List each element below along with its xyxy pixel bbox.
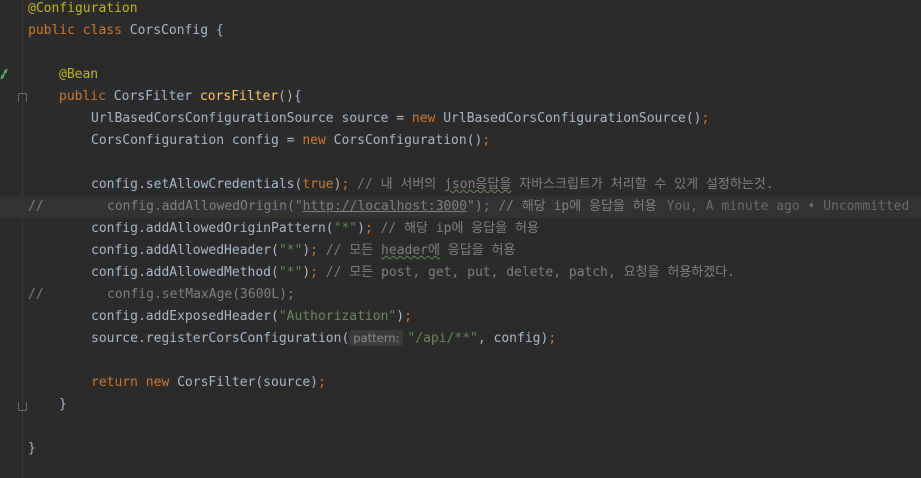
- code-text: UrlBasedCorsConfigurationSource source =: [91, 111, 412, 126]
- line-comment-prefix: //: [28, 287, 44, 302]
- code-line: config.addAllowedMethod("*"); // 모든 post…: [0, 262, 921, 284]
- semicolon: ;: [701, 111, 710, 126]
- code-line: config.setAllowCredentials(true); // 내 서…: [0, 174, 921, 196]
- code-text: "); // 해당 ip에 응답을 허용: [467, 199, 657, 214]
- string: "*": [333, 221, 358, 236]
- semicolon: ;: [317, 375, 326, 390]
- code-text: }: [59, 397, 67, 412]
- annotation: @Bean: [59, 67, 99, 82]
- code-text: CorsConfiguration(): [333, 133, 483, 148]
- class-name: CorsConfig {: [129, 23, 224, 38]
- parameter-hint: pattern:: [349, 330, 404, 346]
- semicolon: ;: [364, 221, 373, 236]
- code-text: config.addAllowedMethod(: [91, 265, 279, 280]
- code-line: public CorsFilter corsFilter(){: [0, 86, 921, 108]
- code-line: @Bean: [0, 64, 921, 86]
- code-line: config.addAllowedHeader("*"); // 모든 head…: [0, 240, 921, 262]
- code-text: ): [302, 243, 311, 258]
- code-line: return new CorsFilter(source);: [0, 372, 921, 394]
- code-text: source.registerCorsConfiguration(: [91, 331, 350, 346]
- semicolon: ;: [310, 265, 318, 280]
- code-text: config.addAllowedOrigin(": [107, 199, 303, 214]
- code-line: config.addAllowedOriginPattern("*"); // …: [0, 218, 921, 240]
- code-line: // config.setMaxAge(3600L);: [0, 284, 921, 306]
- code-text: ): [302, 265, 311, 280]
- annotation: @Configuration: [28, 1, 138, 16]
- string: "/api/**": [407, 331, 478, 346]
- method-name: corsFilter: [199, 89, 279, 104]
- code-text: config.addAllowedOriginPattern(: [91, 221, 334, 236]
- keyword: public class: [28, 23, 130, 38]
- comment: // 내 서버의: [349, 177, 445, 192]
- keyword: return new: [91, 375, 178, 390]
- code-text: ): [396, 309, 405, 324]
- code-text: config.setAllowCredentials(: [91, 177, 303, 192]
- git-blame-annotation[interactable]: You, A minute ago • Uncommitted: [667, 199, 910, 214]
- keyword: new: [411, 111, 444, 126]
- comment: 자바스크립트가 처리할 수 있게 설정하는것.: [511, 177, 774, 192]
- code-text: (){: [278, 89, 302, 104]
- line-comment-prefix: //: [28, 199, 44, 214]
- code-line: public class CorsConfig {: [0, 20, 921, 42]
- code-line: UrlBasedCorsConfigurationSource source =…: [0, 108, 921, 130]
- code-line: }: [0, 394, 921, 416]
- semicolon: ;: [548, 331, 557, 346]
- keyword: true: [302, 177, 334, 192]
- code-editor[interactable]: @Configuration public class CorsConfig {…: [0, 0, 921, 478]
- code-text: UrlBasedCorsConfigurationSource(): [443, 111, 702, 126]
- string: "Authorization": [278, 309, 397, 324]
- comment-typo: header에: [381, 243, 440, 258]
- code-text: CorsFilter(source): [177, 375, 318, 390]
- code-line: source.registerCorsConfiguration(pattern…: [0, 328, 921, 350]
- code-text: config.setMaxAge(3600L);: [107, 287, 295, 302]
- string: "*": [278, 265, 303, 280]
- string: "*": [278, 243, 303, 258]
- keyword: new: [302, 133, 334, 148]
- code-line-current: // config.addAllowedOrigin("http://local…: [0, 196, 921, 218]
- code-line: config.addExposedHeader("Authorization")…: [0, 306, 921, 328]
- comment: 응답을 허용: [439, 243, 516, 258]
- return-type: CorsFilter: [113, 89, 200, 104]
- comment-typo: json응답을: [444, 177, 512, 192]
- url-link[interactable]: http://localhost:3000: [303, 199, 467, 214]
- semicolon: ;: [482, 133, 491, 148]
- semicolon: ;: [404, 309, 412, 324]
- code-text: config.addAllowedHeader(: [91, 243, 279, 258]
- code-text: config.addExposedHeader(: [91, 309, 279, 324]
- comment: // 모든 post, get, put, delete, patch, 요청을…: [317, 265, 735, 280]
- code-line: CorsConfiguration config = new CorsConfi…: [0, 130, 921, 152]
- code-text: , config): [477, 331, 549, 346]
- keyword: public: [59, 89, 114, 104]
- semicolon: ;: [310, 243, 318, 258]
- code-line: @Configuration: [0, 0, 921, 20]
- comment: // 모든: [317, 243, 382, 258]
- code-text: CorsConfiguration config =: [91, 133, 303, 148]
- code-text: }: [28, 441, 36, 456]
- comment: // 해당 ip에 응답을 허용: [372, 221, 539, 236]
- code-text: ): [357, 221, 365, 236]
- code-line: }: [0, 438, 921, 460]
